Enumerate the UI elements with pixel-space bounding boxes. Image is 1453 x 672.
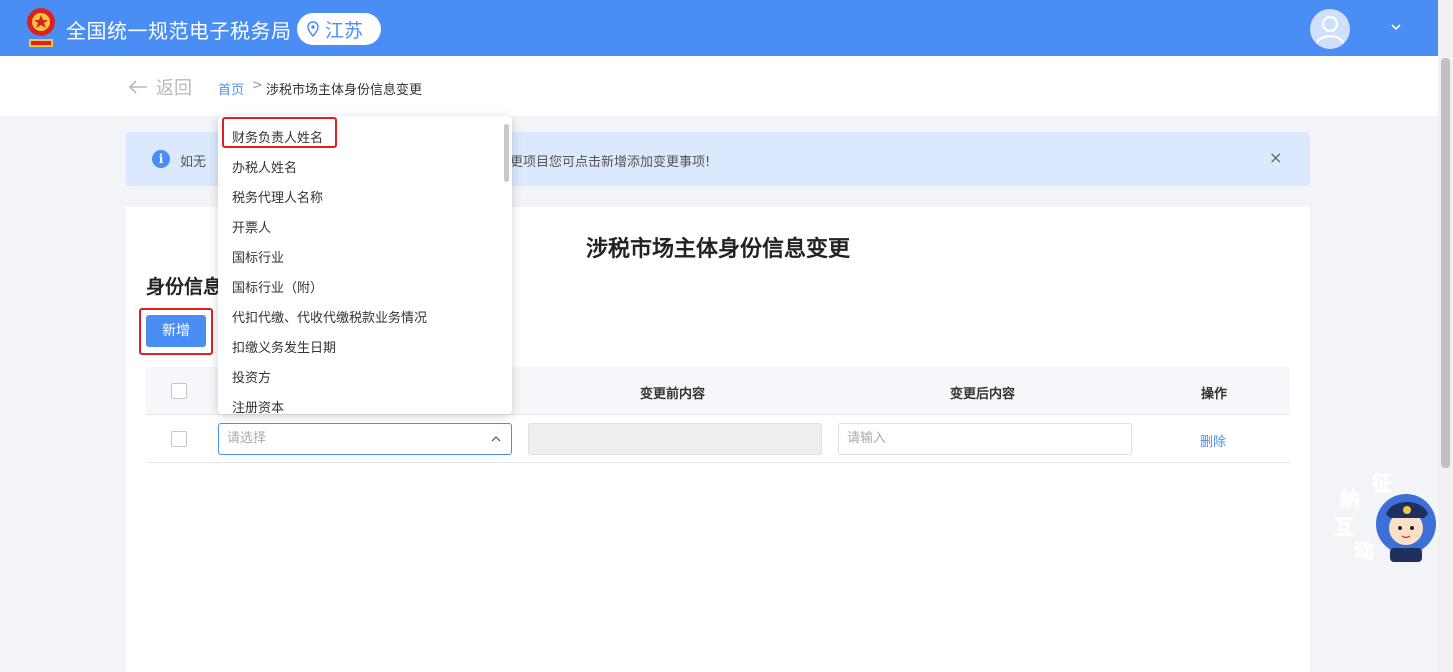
mascot-char: 动 bbox=[1354, 539, 1374, 563]
before-content-field bbox=[528, 423, 822, 455]
select-placeholder: 请选择 bbox=[227, 431, 267, 446]
dropdown-option[interactable]: 开票人 bbox=[232, 217, 271, 236]
select-dropdown[interactable]: 财务负责人姓名 办税人姓名 税务代理人名称 开票人 国标行业 国标行业（附） 代… bbox=[218, 116, 512, 414]
delete-link[interactable]: 删除 bbox=[1200, 431, 1226, 450]
breadcrumb: 返回 首页 > 涉税市场主体身份信息变更 bbox=[0, 56, 1438, 116]
chevron-down-icon[interactable] bbox=[1389, 20, 1403, 34]
notice-text-start: 如无 bbox=[180, 155, 207, 170]
table-row: 请选择 请输入 删除 bbox=[146, 415, 1290, 463]
dropdown-option[interactable]: 注册资本 bbox=[232, 397, 284, 414]
dropdown-option[interactable]: 投资方 bbox=[232, 367, 271, 386]
breadcrumb-separator: > bbox=[252, 78, 263, 93]
dropdown-scrollbar[interactable] bbox=[504, 124, 509, 182]
location-pin-icon bbox=[307, 21, 319, 37]
row-checkbox[interactable] bbox=[171, 431, 187, 447]
add-button-highlight bbox=[139, 308, 213, 355]
dropdown-option[interactable]: 办税人姓名 bbox=[232, 157, 297, 176]
top-bar: 全国统一规范电子税务局 江苏 bbox=[0, 0, 1438, 56]
select-all-checkbox[interactable] bbox=[171, 383, 187, 399]
after-content-input[interactable]: 请输入 bbox=[838, 423, 1132, 455]
dropdown-option[interactable]: 税务代理人名称 bbox=[232, 187, 323, 206]
header-after-content: 变更后内容 bbox=[950, 387, 1016, 402]
header-before-content: 变更前内容 bbox=[640, 387, 706, 402]
dropdown-option[interactable]: 扣缴义务发生日期 bbox=[232, 337, 336, 356]
page-scrollbar-thumb[interactable] bbox=[1441, 58, 1450, 468]
region-label: 江苏 bbox=[325, 19, 364, 42]
arrow-left-icon bbox=[128, 80, 147, 94]
user-avatar-icon[interactable] bbox=[1310, 9, 1350, 49]
dropdown-option[interactable]: 国标行业（附） bbox=[232, 277, 323, 296]
dropdown-option[interactable]: 国标行业 bbox=[232, 247, 284, 266]
section-title: 身份信息 bbox=[146, 276, 223, 298]
back-label: 返回 bbox=[156, 78, 192, 99]
mascot-char: 互 bbox=[1334, 515, 1354, 539]
emblem-icon bbox=[27, 8, 55, 47]
mascot-icon[interactable]: 征 纳 互 动 bbox=[1332, 470, 1438, 566]
info-icon: i bbox=[152, 150, 170, 168]
breadcrumb-current: 涉税市场主体身份信息变更 bbox=[266, 83, 423, 98]
back-button[interactable]: 返回 bbox=[128, 74, 192, 100]
header-action: 操作 bbox=[1201, 387, 1228, 402]
breadcrumb-home-link[interactable]: 首页 bbox=[218, 79, 244, 98]
notice-text-end: 更项目您可点击新增添加变更事项! bbox=[510, 155, 711, 170]
dropdown-option-highlight bbox=[222, 117, 337, 148]
chevron-up-icon bbox=[491, 436, 501, 442]
change-item-select[interactable]: 请选择 bbox=[218, 423, 512, 455]
mascot-char: 征 bbox=[1372, 471, 1392, 495]
mascot-char: 纳 bbox=[1340, 487, 1360, 511]
region-selector[interactable]: 江苏 bbox=[297, 13, 381, 45]
dropdown-option[interactable]: 代扣代缴、代收代缴税款业务情况 bbox=[232, 307, 427, 326]
close-icon[interactable]: × bbox=[1269, 148, 1282, 167]
site-title: 全国统一规范电子税务局 bbox=[66, 19, 292, 43]
